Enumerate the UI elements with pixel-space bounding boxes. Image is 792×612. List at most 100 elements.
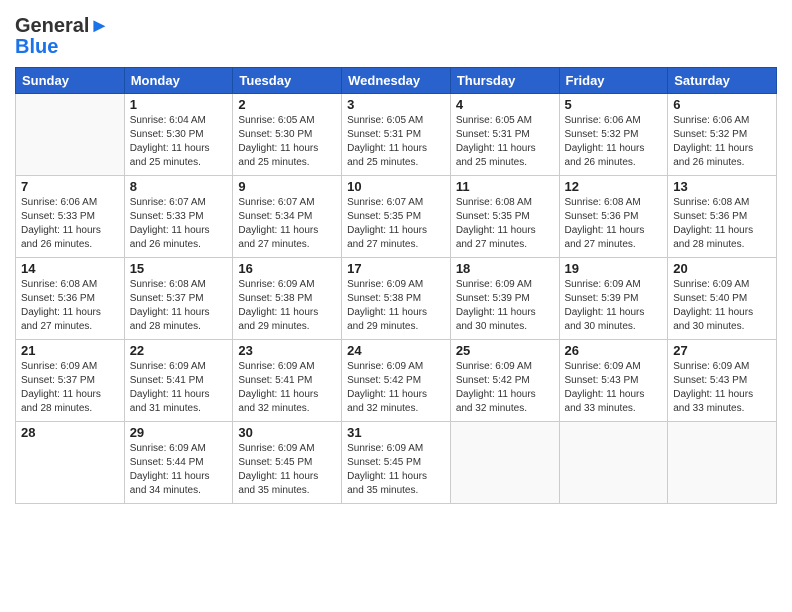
calendar-cell: 20 Sunrise: 6:09 AM Sunset: 5:40 PM Dayli… [668,258,777,340]
day-number: 17 [347,261,445,276]
day-info: Sunrise: 6:09 AM Sunset: 5:42 PM Dayligh… [456,360,554,416]
calendar-cell: 2 Sunrise: 6:05 AM Sunset: 5:30 PM Daylig… [233,94,342,176]
day-info: Sunrise: 6:08 AM Sunset: 5:36 PM Dayligh… [21,278,119,334]
day-info: Sunrise: 6:08 AM Sunset: 5:36 PM Dayligh… [565,196,663,252]
day-info: Sunrise: 6:09 AM Sunset: 5:38 PM Dayligh… [347,278,445,334]
calendar-cell: 19 Sunrise: 6:09 AM Sunset: 5:39 PM Dayli… [559,258,668,340]
logo: General► Blue [15,15,109,59]
calendar-cell: 31Sunrise: 6:09 AM Sunset: 5:45 PM Dayli… [342,422,451,504]
weekday-header-monday: Monday [124,68,233,94]
logo-subtext: Blue [15,36,109,59]
day-info: Sunrise: 6:09 AM Sunset: 5:39 PM Dayligh… [565,278,663,334]
day-number: 24 [347,343,445,358]
calendar-cell: 11 Sunrise: 6:08 AM Sunset: 5:35 PM Dayli… [450,176,559,258]
calendar-cell: 6 Sunrise: 6:06 AM Sunset: 5:32 PM Daylig… [668,94,777,176]
day-info: Sunrise: 6:07 AM Sunset: 5:35 PM Dayligh… [347,196,445,252]
calendar-cell: 4 Sunrise: 6:05 AM Sunset: 5:31 PM Daylig… [450,94,559,176]
day-number: 22 [130,343,228,358]
weekday-header-row: SundayMondayTuesdayWednesdayThursdayFrid… [16,68,777,94]
weekday-header-friday: Friday [559,68,668,94]
day-number: 23 [238,343,336,358]
day-number: 26 [565,343,663,358]
weekday-header-sunday: Sunday [16,68,125,94]
weekday-header-saturday: Saturday [668,68,777,94]
day-info: Sunrise: 6:06 AM Sunset: 5:33 PM Dayligh… [21,196,119,252]
day-info: Sunrise: 6:09 AM Sunset: 5:38 PM Dayligh… [238,278,336,334]
calendar-cell: 16 Sunrise: 6:09 AM Sunset: 5:38 PM Dayli… [233,258,342,340]
calendar-cell: 24Sunrise: 6:09 AM Sunset: 5:42 PM Dayli… [342,340,451,422]
day-number: 9 [238,179,336,194]
day-info: Sunrise: 6:09 AM Sunset: 5:39 PM Dayligh… [456,278,554,334]
week-row-2: 7Sunrise: 6:06 AM Sunset: 5:33 PM Daylig… [16,176,777,258]
day-info: Sunrise: 6:05 AM Sunset: 5:31 PM Dayligh… [347,114,445,170]
calendar: SundayMondayTuesdayWednesdayThursdayFrid… [15,67,777,504]
day-info: Sunrise: 6:09 AM Sunset: 5:40 PM Dayligh… [673,278,771,334]
calendar-cell: 9 Sunrise: 6:07 AM Sunset: 5:34 PM Daylig… [233,176,342,258]
day-info: Sunrise: 6:05 AM Sunset: 5:30 PM Dayligh… [238,114,336,170]
calendar-cell: 26 Sunrise: 6:09 AM Sunset: 5:43 PM Dayli… [559,340,668,422]
day-number: 28 [21,425,119,440]
day-number: 13 [673,179,771,194]
calendar-cell [668,422,777,504]
day-info: Sunrise: 6:04 AM Sunset: 5:30 PM Dayligh… [130,114,228,170]
day-info: Sunrise: 6:09 AM Sunset: 5:41 PM Dayligh… [130,360,228,416]
logo-text: General► [15,15,109,38]
day-number: 18 [456,261,554,276]
calendar-cell: 12 Sunrise: 6:08 AM Sunset: 5:36 PM Dayli… [559,176,668,258]
calendar-cell: 8Sunrise: 6:07 AM Sunset: 5:33 PM Daylig… [124,176,233,258]
calendar-cell: 13 Sunrise: 6:08 AM Sunset: 5:36 PM Dayli… [668,176,777,258]
day-number: 8 [130,179,228,194]
day-info: Sunrise: 6:09 AM Sunset: 5:43 PM Dayligh… [565,360,663,416]
day-number: 27 [673,343,771,358]
calendar-cell: 1 Sunrise: 6:04 AM Sunset: 5:30 PM Daylig… [124,94,233,176]
calendar-cell: 28 [16,422,125,504]
calendar-cell: 7Sunrise: 6:06 AM Sunset: 5:33 PM Daylig… [16,176,125,258]
day-info: Sunrise: 6:09 AM Sunset: 5:41 PM Dayligh… [238,360,336,416]
day-number: 1 [130,97,228,112]
day-info: Sunrise: 6:09 AM Sunset: 5:44 PM Dayligh… [130,442,228,498]
day-number: 16 [238,261,336,276]
calendar-cell: 5Sunrise: 6:06 AM Sunset: 5:32 PM Daylig… [559,94,668,176]
week-row-5: 28 29 Sunrise: 6:09 AM Sunset: 5:44 PM Day… [16,422,777,504]
day-number: 6 [673,97,771,112]
calendar-cell: 14 Sunrise: 6:08 AM Sunset: 5:36 PM Dayli… [16,258,125,340]
calendar-cell: 15Sunrise: 6:08 AM Sunset: 5:37 PM Dayli… [124,258,233,340]
day-number: 4 [456,97,554,112]
calendar-cell: 29 Sunrise: 6:09 AM Sunset: 5:44 PM Dayli… [124,422,233,504]
week-row-4: 21 Sunrise: 6:09 AM Sunset: 5:37 PM Dayli… [16,340,777,422]
weekday-header-thursday: Thursday [450,68,559,94]
day-info: Sunrise: 6:08 AM Sunset: 5:36 PM Dayligh… [673,196,771,252]
day-number: 21 [21,343,119,358]
week-row-3: 14 Sunrise: 6:08 AM Sunset: 5:36 PM Dayli… [16,258,777,340]
weekday-header-tuesday: Tuesday [233,68,342,94]
day-info: Sunrise: 6:06 AM Sunset: 5:32 PM Dayligh… [673,114,771,170]
day-number: 2 [238,97,336,112]
day-info: Sunrise: 6:09 AM Sunset: 5:45 PM Dayligh… [238,442,336,498]
day-info: Sunrise: 6:08 AM Sunset: 5:35 PM Dayligh… [456,196,554,252]
calendar-cell: 27 Sunrise: 6:09 AM Sunset: 5:43 PM Dayli… [668,340,777,422]
weekday-header-wednesday: Wednesday [342,68,451,94]
calendar-cell: 22 Sunrise: 6:09 AM Sunset: 5:41 PM Dayli… [124,340,233,422]
day-number: 5 [565,97,663,112]
day-number: 25 [456,343,554,358]
calendar-cell [16,94,125,176]
day-number: 29 [130,425,228,440]
day-number: 12 [565,179,663,194]
page: General► Blue SundayMondayTuesdayWednesd… [0,0,792,612]
day-number: 10 [347,179,445,194]
day-number: 19 [565,261,663,276]
day-info: Sunrise: 6:09 AM Sunset: 5:37 PM Dayligh… [21,360,119,416]
day-info: Sunrise: 6:09 AM Sunset: 5:43 PM Dayligh… [673,360,771,416]
day-info: Sunrise: 6:05 AM Sunset: 5:31 PM Dayligh… [456,114,554,170]
day-number: 20 [673,261,771,276]
calendar-cell: 25 Sunrise: 6:09 AM Sunset: 5:42 PM Dayli… [450,340,559,422]
day-number: 3 [347,97,445,112]
calendar-cell: 17 Sunrise: 6:09 AM Sunset: 5:38 PM Dayli… [342,258,451,340]
calendar-cell [450,422,559,504]
day-info: Sunrise: 6:07 AM Sunset: 5:34 PM Dayligh… [238,196,336,252]
day-number: 31 [347,425,445,440]
day-number: 30 [238,425,336,440]
day-number: 11 [456,179,554,194]
day-number: 14 [21,261,119,276]
calendar-cell: 10 Sunrise: 6:07 AM Sunset: 5:35 PM Dayli… [342,176,451,258]
